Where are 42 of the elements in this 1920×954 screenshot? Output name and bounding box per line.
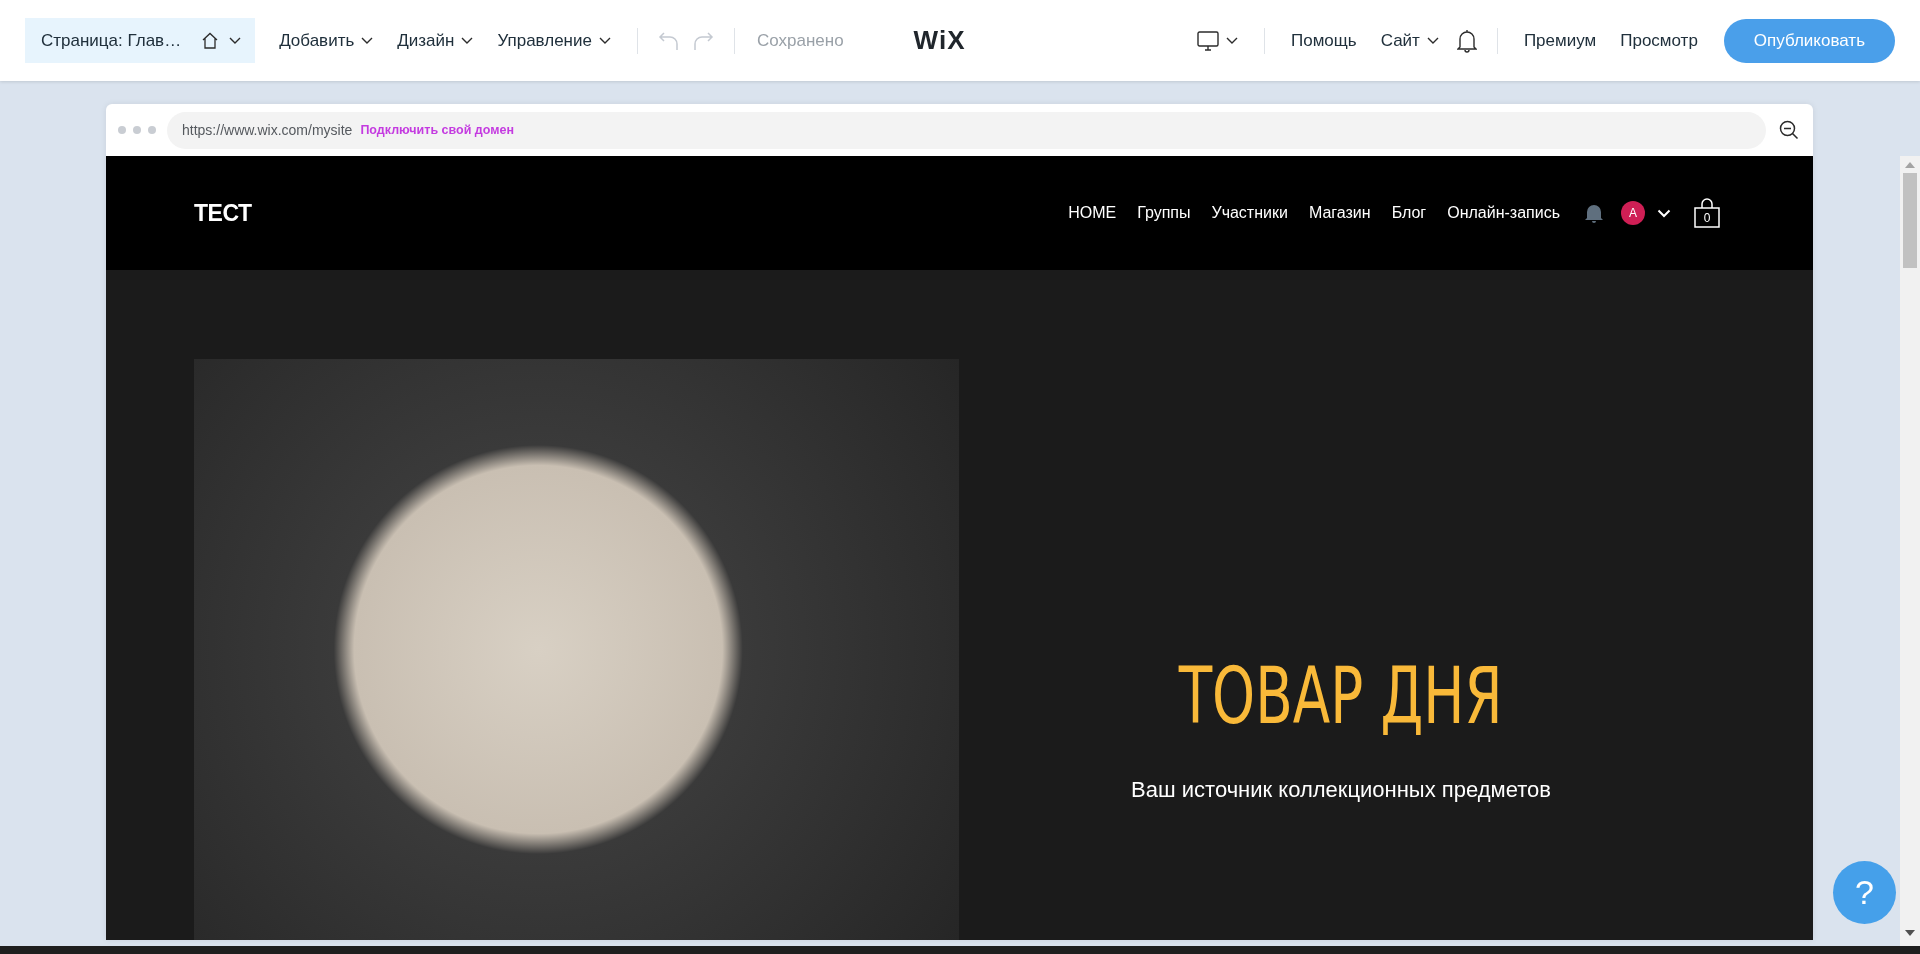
top-link[interactable]: Премиум — [1523, 20, 1597, 61]
chevron-icon — [1226, 36, 1238, 45]
address-field[interactable]: https://www.wix.com/mysite Подключить свой домен — [167, 111, 1766, 149]
connect-domain-link[interactable]: Подключить свой домен — [360, 123, 514, 137]
nav-link[interactable]: Онлайн-запись — [1447, 204, 1560, 222]
undo-icon — [657, 30, 680, 51]
top-link[interactable]: Просмотр — [1620, 20, 1698, 61]
site-logo[interactable]: ТЕСТ — [194, 199, 252, 227]
window-dots-icon — [118, 126, 156, 134]
hero-title: ТОВАР ДНЯ — [1179, 651, 1503, 741]
home-icon — [201, 32, 220, 49]
menu-button[interactable]: Дизайн — [397, 20, 474, 61]
nav-link[interactable]: Участники — [1211, 204, 1288, 222]
chevron-icon — [1426, 36, 1439, 45]
menu-button[interactable]: Управление — [497, 20, 611, 61]
cart-count: 0 — [1702, 211, 1712, 225]
wix-logo: WiX — [913, 25, 966, 56]
nav-link[interactable]: Магазин — [1308, 204, 1371, 222]
cart-button[interactable]: 0 — [1693, 198, 1721, 228]
bell-icon — [1585, 203, 1603, 223]
url-text: https://www.wix.com/mysite — [182, 122, 353, 138]
save-status: Сохранено — [756, 30, 844, 51]
bell-icon — [1456, 28, 1477, 53]
menu-button[interactable]: Сайт — [1380, 20, 1439, 61]
user-avatar[interactable]: A — [1621, 201, 1645, 225]
scrollbar[interactable] — [1900, 156, 1920, 946]
redo-icon — [691, 30, 714, 51]
menu-button[interactable]: Добавить — [279, 20, 374, 61]
nav-link[interactable]: Группы — [1137, 204, 1191, 222]
page-selector[interactable]: Страница: Глав… — [25, 18, 256, 63]
chevron-icon — [461, 36, 474, 45]
chevron-icon — [229, 36, 242, 45]
desktop-icon — [1197, 30, 1219, 51]
top-link[interactable]: Помощь — [1291, 20, 1357, 61]
nav-link[interactable]: Блог — [1391, 204, 1427, 222]
chevron-icon — [1657, 208, 1671, 218]
hero-subtitle: Ваш источник коллекционных предметов — [1131, 777, 1551, 803]
chevron-icon — [598, 36, 611, 45]
bag-icon — [1693, 198, 1721, 228]
zoom-out-icon — [1779, 120, 1799, 140]
chevron-icon — [361, 36, 374, 45]
nav-link[interactable]: HOME — [1068, 204, 1117, 222]
